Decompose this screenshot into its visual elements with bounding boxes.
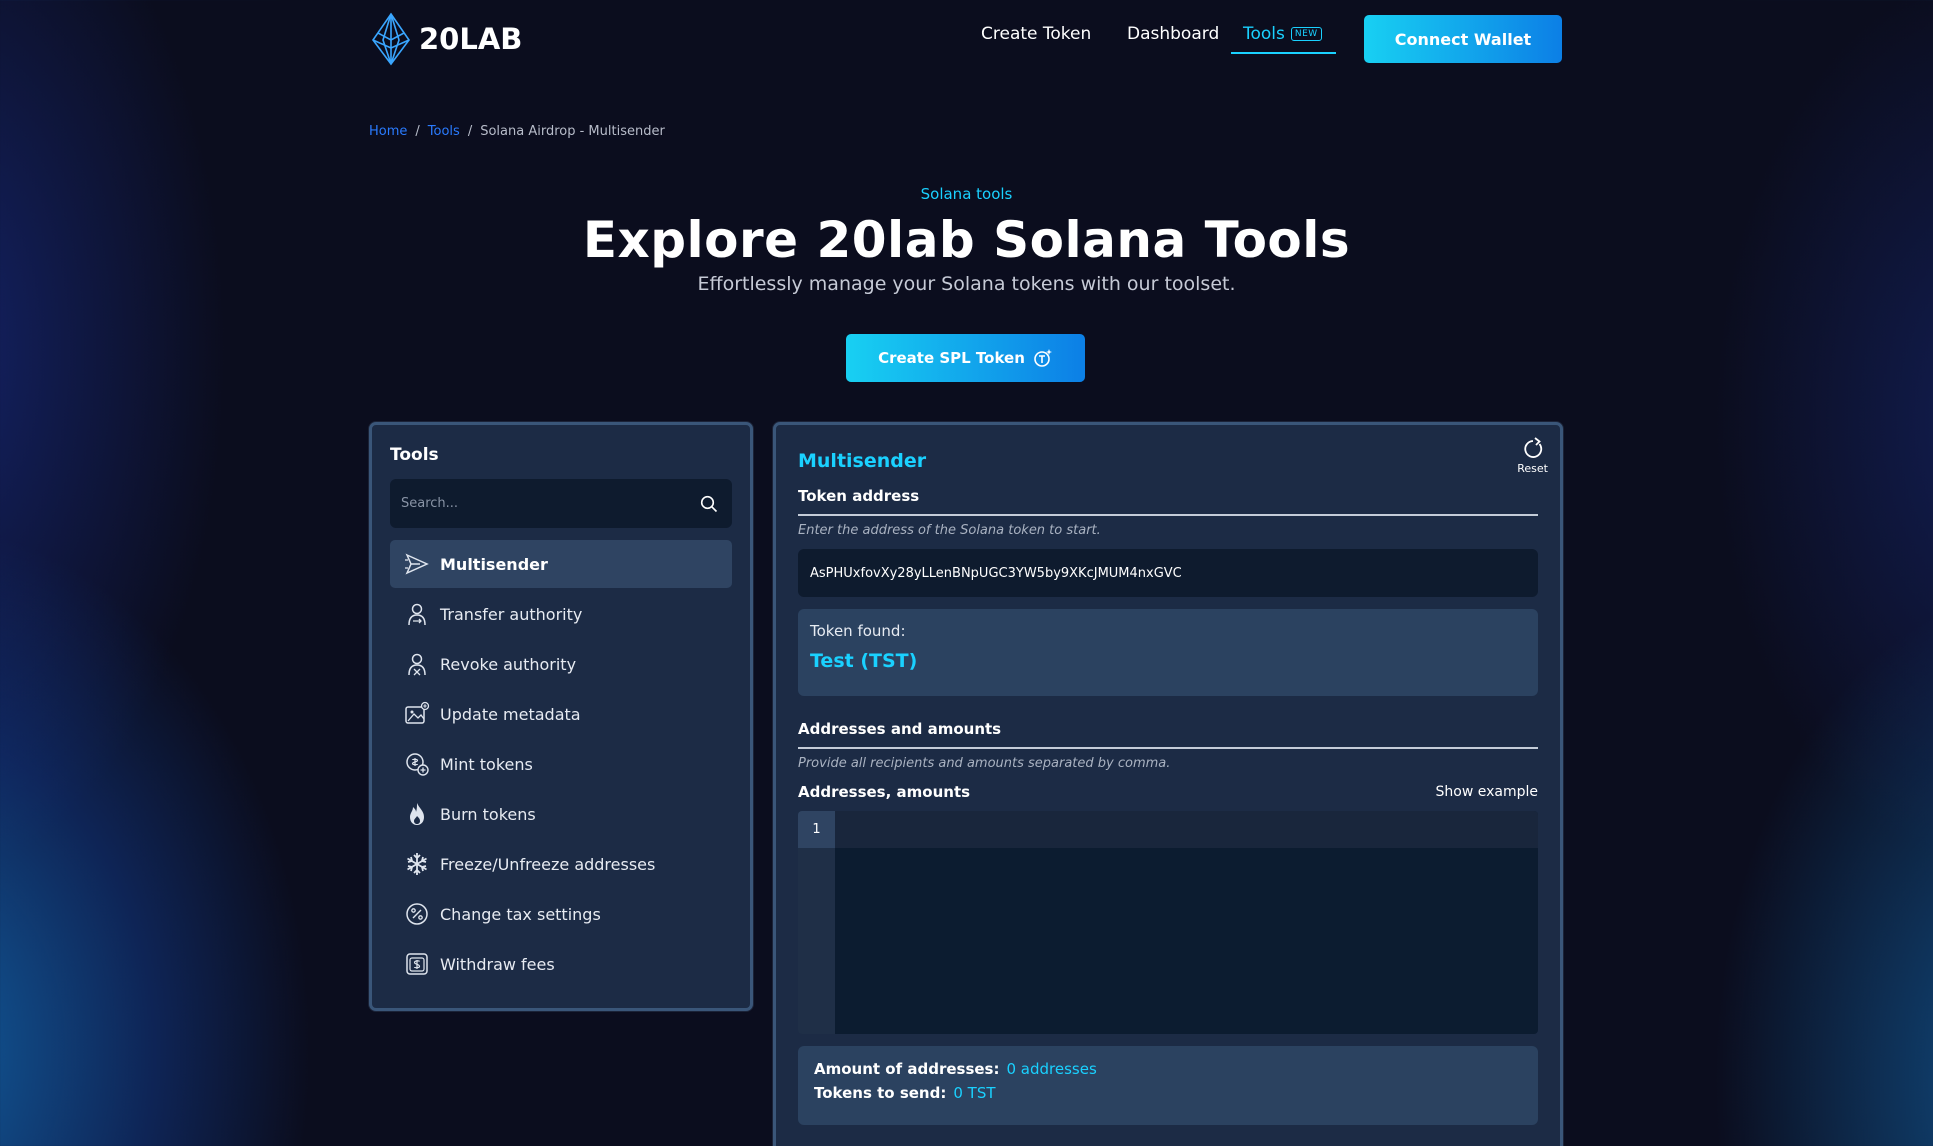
tool-item-label: Update metadata <box>440 704 581 724</box>
tools-panel: Tools Multisender Transfer authority Rev… <box>369 422 753 1011</box>
tool-item-update-metadata[interactable]: Update metadata <box>390 690 732 738</box>
reset-button[interactable]: Reset <box>1517 437 1548 475</box>
token-address-input[interactable]: AsPHUxfovXy28yLLenBNpUGC3YW5by9XKcJMUM4n… <box>798 549 1538 597</box>
editor-header: Addresses, amounts Show example <box>798 783 1538 801</box>
coin-plus-icon <box>406 753 429 776</box>
breadcrumb-separator: / <box>467 124 473 139</box>
breadcrumb-home[interactable]: Home <box>369 124 407 139</box>
addresses-hint: Provide all recipients and amounts separ… <box>798 756 1171 771</box>
amount-label: Amount of addresses: <box>814 1060 1000 1078</box>
nav-tools[interactable]: Tools NEW <box>1231 24 1336 54</box>
token-address-label: Token address <box>798 487 1538 516</box>
tools-search[interactable] <box>390 479 732 528</box>
breadcrumb-separator: / <box>415 124 420 139</box>
multisender-title: Multisender <box>798 450 927 472</box>
dollar-box-icon <box>406 953 428 975</box>
user-revoke-icon <box>408 653 426 676</box>
summary-box: Amount of addresses: 0 addresses Tokens … <box>798 1046 1538 1125</box>
brand-name: 20LAB <box>419 22 523 56</box>
code-area[interactable] <box>835 811 1538 1034</box>
hero-tag: Solana tools <box>920 185 1013 203</box>
tool-item-label: Transfer authority <box>440 604 583 624</box>
token-found-box: Token found: Test (TST) <box>798 609 1538 696</box>
user-transfer-icon <box>408 603 426 626</box>
tokens-value: 0 TST <box>953 1084 996 1102</box>
amount-value: 0 addresses <box>1006 1060 1097 1078</box>
reset-icon <box>1524 437 1542 458</box>
create-spl-token-button[interactable]: Create SPL Token <box>846 334 1085 382</box>
create-spl-token-label: Create SPL Token <box>878 349 1025 367</box>
tool-item-label: Multisender <box>440 554 548 574</box>
tool-item-label: Revoke authority <box>440 654 577 674</box>
summary-tokens-row: Tokens to send: 0 TST <box>814 1084 1522 1102</box>
addresses-editor[interactable]: 1 <box>798 811 1538 1034</box>
token-found-value: Test (TST) <box>810 650 918 672</box>
summary-amount-row: Amount of addresses: 0 addresses <box>814 1060 1522 1078</box>
show-example-button[interactable]: Show example <box>1436 784 1538 800</box>
tool-item-label: Change tax settings <box>440 904 601 924</box>
ethereum-diamond-icon <box>372 12 410 66</box>
tool-list: Multisender Transfer authority Revoke au… <box>390 540 732 988</box>
multisender-panel: Reset Multisender Token address Enter th… <box>773 422 1563 1146</box>
page-subtitle: Effortlessly manage your Solana tokens w… <box>697 273 1236 295</box>
addresses-section-label: Addresses and amounts <box>798 720 1538 749</box>
tool-item-mint-tokens[interactable]: Mint tokens <box>390 740 732 788</box>
tool-item-revoke-authority[interactable]: Revoke authority <box>390 640 732 688</box>
nav-tools-label: Tools <box>1243 24 1285 44</box>
tool-item-label: Withdraw fees <box>440 954 555 974</box>
token-address-hint: Enter the address of the Solana token to… <box>798 523 1101 538</box>
new-badge: NEW <box>1290 27 1322 41</box>
flame-icon <box>410 803 424 825</box>
breadcrumb: Home / Tools / Solana Airdrop - Multisen… <box>369 124 665 139</box>
tokens-label: Tokens to send: <box>814 1084 947 1102</box>
tool-item-multisender[interactable]: Multisender <box>390 540 732 588</box>
image-edit-icon <box>405 701 430 724</box>
tool-item-change-tax[interactable]: Change tax settings <box>390 890 732 938</box>
page-title: Explore 20lab Solana Tools <box>582 211 1351 269</box>
nav-create-token[interactable]: Create Token <box>981 24 1091 44</box>
line-number: 1 <box>798 811 835 848</box>
nav-dashboard[interactable]: Dashboard <box>1127 24 1219 44</box>
tool-item-label: Mint tokens <box>440 754 533 774</box>
send-icon <box>405 553 429 575</box>
tool-item-burn-tokens[interactable]: Burn tokens <box>390 790 732 838</box>
token-found-label: Token found: <box>810 622 906 640</box>
tool-item-transfer-authority[interactable]: Transfer authority <box>390 590 732 638</box>
brand-logo[interactable]: 20LAB <box>369 12 522 66</box>
snowflake-icon <box>407 853 427 875</box>
token-spark-icon <box>1034 349 1052 367</box>
editor-label: Addresses, amounts <box>798 783 971 801</box>
tool-item-label: Burn tokens <box>440 804 536 824</box>
tool-item-label: Freeze/Unfreeze addresses <box>440 854 656 874</box>
reset-label: Reset <box>1517 462 1548 475</box>
breadcrumb-tools[interactable]: Tools <box>428 124 460 139</box>
tools-panel-title: Tools <box>390 445 439 465</box>
search-input[interactable] <box>401 496 681 511</box>
line-number-gutter: 1 <box>798 811 835 1034</box>
search-icon[interactable] <box>700 495 718 513</box>
active-line <box>835 811 1538 848</box>
connect-wallet-button[interactable]: Connect Wallet <box>1364 15 1562 63</box>
percent-icon <box>406 903 428 925</box>
breadcrumb-current: Solana Airdrop - Multisender <box>480 124 665 139</box>
tool-item-withdraw-fees[interactable]: Withdraw fees <box>390 940 732 988</box>
tool-item-freeze-unfreeze[interactable]: Freeze/Unfreeze addresses <box>390 840 732 888</box>
